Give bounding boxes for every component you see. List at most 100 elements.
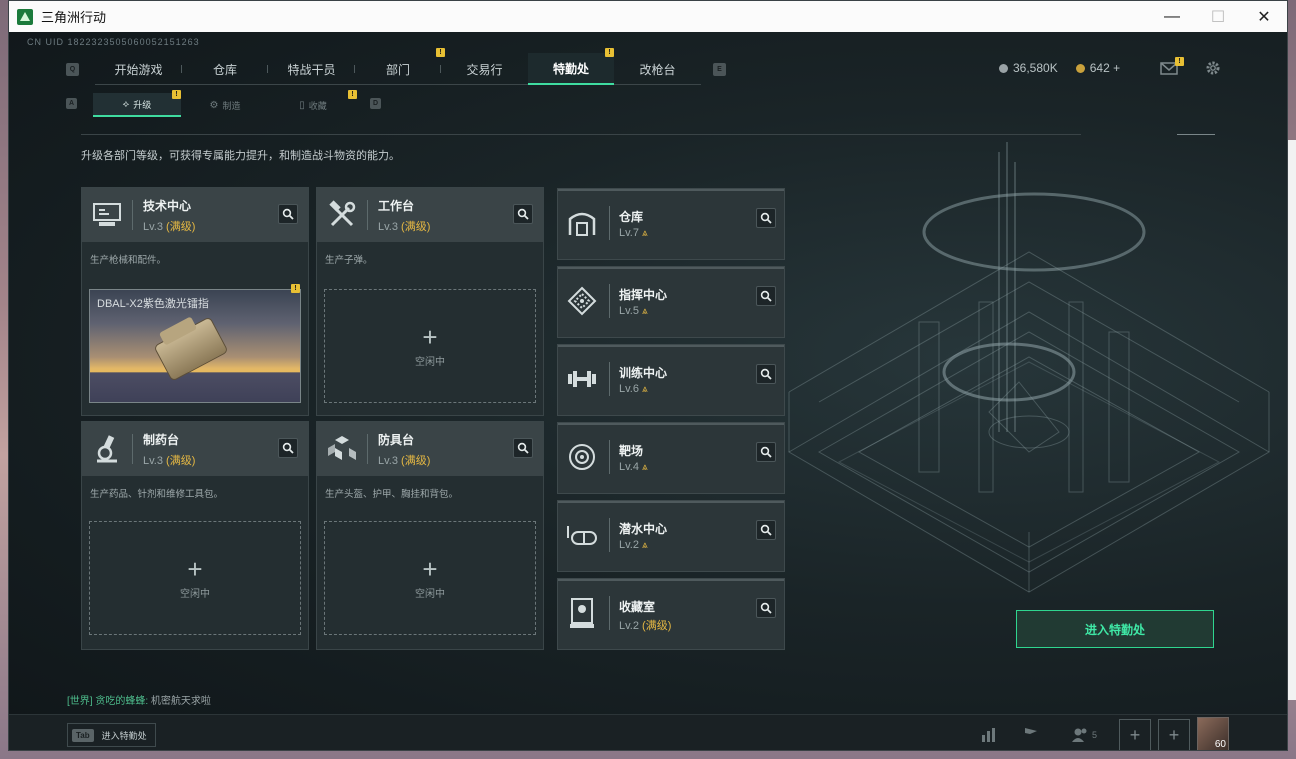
facility-description: 生产子弹。 xyxy=(325,255,373,266)
facility-card-pharmacy[interactable]: 制药台 Lv.3 (满级) 生产药品、针剂和维修工具包。 + 空闲中 xyxy=(81,421,309,650)
facility-row-training-center[interactable]: 训练中心 Lv.6 ⩓ xyxy=(557,344,785,416)
inspect-button[interactable] xyxy=(756,442,776,462)
header-divider xyxy=(367,200,368,230)
friends-button[interactable]: 5 xyxy=(1064,721,1104,749)
search-icon xyxy=(282,208,294,220)
facility-level: Lv.2 (满级) xyxy=(619,617,671,633)
facility-card-armor-bench[interactable]: 防具台 Lv.3 (满级) 生产头盔、护甲、胸挂和背包。 + 空闲中 xyxy=(316,421,544,650)
window-title: 三角洲行动 xyxy=(41,10,107,25)
row-divider xyxy=(609,440,610,474)
facility-level: Lv.3 (满级) xyxy=(378,218,430,234)
facility-level: Lv.4 ⩓ xyxy=(619,461,648,473)
upgrade-icon: ⟡ xyxy=(122,98,130,110)
facility-level: Lv.7 ⩓ xyxy=(619,227,648,239)
collection-room-icon xyxy=(564,593,600,633)
tab-trading[interactable]: 交易行 xyxy=(441,53,528,85)
tab-label: 改枪台 xyxy=(639,62,676,77)
add-teammate-button[interactable]: + xyxy=(1158,719,1190,750)
diving-mask-icon xyxy=(564,515,600,555)
tab-gunsmith[interactable]: 改枪台 xyxy=(614,53,701,85)
empty-production-slot[interactable]: + 空闲中 xyxy=(89,521,301,635)
hammer-wrench-icon xyxy=(317,188,367,242)
subtab-collection[interactable]: ▯ 收藏! xyxy=(269,90,357,117)
minimize-button[interactable]: — xyxy=(1149,1,1195,32)
row-top-edge xyxy=(558,189,784,191)
search-icon xyxy=(517,208,529,220)
upgrade-available-icon: ⩓ xyxy=(641,306,648,317)
silver-coin-icon xyxy=(999,63,1008,73)
warehouse-icon xyxy=(564,203,600,243)
laser-sight-image xyxy=(154,317,228,381)
settings-gear-icon[interactable] xyxy=(1204,59,1222,77)
tab-start-game[interactable]: 开始游戏 xyxy=(95,53,182,85)
level-value: Lv.3 xyxy=(378,454,398,467)
item-name: DBAL-X2紫色激光镭指 xyxy=(97,298,209,310)
facility-row-diving-center[interactable]: 潜水中心 Lv.2 ⩓ xyxy=(557,500,785,572)
empty-production-slot[interactable]: + 空闲中 xyxy=(324,289,536,403)
max-level-tag: (满级) xyxy=(401,454,431,467)
chat-line[interactable]: [世界] 贪吃的蜂蜂: 机密航天求啦 xyxy=(67,692,211,707)
row-top-edge xyxy=(558,345,784,347)
maximize-button[interactable]: ☐ xyxy=(1195,1,1241,32)
inspect-button[interactable] xyxy=(756,364,776,384)
search-icon xyxy=(760,446,772,458)
level-value: Lv.6 xyxy=(619,383,639,395)
subtab-craft[interactable]: ⚙ 制造 xyxy=(181,93,269,117)
upgrade-available-icon: ⩓ xyxy=(641,462,648,473)
facility-name: 制药台 xyxy=(143,432,180,447)
facility-name: 防具台 xyxy=(378,432,415,447)
inspect-button[interactable] xyxy=(278,438,298,458)
row-top-edge xyxy=(558,579,784,581)
inspect-button[interactable] xyxy=(756,598,776,618)
inspect-button[interactable] xyxy=(756,286,776,306)
row-top-edge xyxy=(558,267,784,269)
enter-special-ops-button[interactable]: 进入特勤处 xyxy=(1016,610,1214,648)
collection-icon: ▯ xyxy=(299,99,305,111)
facility-row-shooting-range[interactable]: 靶场 Lv.4 ⩓ xyxy=(557,422,785,494)
search-icon xyxy=(760,212,772,224)
avatar[interactable]: 60 xyxy=(1197,717,1229,750)
stats-chart-icon[interactable] xyxy=(974,721,1004,749)
flag-icon[interactable] xyxy=(1016,721,1046,749)
level-value: Lv.3 xyxy=(143,454,163,467)
search-icon xyxy=(282,442,294,454)
tab-special-ops[interactable]: 特勤处! xyxy=(528,48,614,85)
upgrade-available-icon: ⩓ xyxy=(641,384,648,395)
production-item-slot[interactable]: DBAL-X2紫色激光镭指 xyxy=(89,289,301,403)
facility-row-collection-room[interactable]: 收藏室 Lv.2 (满级) xyxy=(557,578,785,650)
mail-icon[interactable]: ! xyxy=(1160,57,1185,75)
inspect-button[interactable] xyxy=(513,438,533,458)
search-icon xyxy=(760,524,772,536)
tab-operators[interactable]: 特战干员 xyxy=(268,53,355,85)
empty-production-slot[interactable]: + 空闲中 xyxy=(324,521,536,635)
facility-row-warehouse[interactable]: 仓库 Lv.7 ⩓ xyxy=(557,188,785,260)
tab-key: Tab xyxy=(72,728,94,742)
facility-description: 生产枪械和配件。 xyxy=(90,255,167,266)
tab-shortcut-button[interactable]: Tab 进入特勤处 xyxy=(67,723,156,747)
facility-level: Lv.3 (满级) xyxy=(143,452,195,468)
inspect-button[interactable] xyxy=(278,204,298,224)
search-icon xyxy=(760,290,772,302)
chat-channel: [世界] xyxy=(67,696,93,707)
game-window: 三角洲行动 — ☐ ✕ CN UID 182232350506005215126… xyxy=(8,0,1288,751)
tab-warehouse[interactable]: 仓库 xyxy=(182,53,268,85)
notification-badge: ! xyxy=(1175,57,1185,66)
tab-label: 部门 xyxy=(385,62,410,77)
close-button[interactable]: ✕ xyxy=(1241,1,1287,32)
facility-card-workbench[interactable]: 工作台 Lv.3 (满级) 生产子弹。 + 空闲中 xyxy=(316,187,544,416)
inspect-button[interactable] xyxy=(756,520,776,540)
tab-department[interactable]: 部门! xyxy=(355,48,445,85)
notification-badge: ! xyxy=(348,90,357,99)
gold-amount[interactable]: 642 + xyxy=(1090,61,1120,75)
inspect-button[interactable] xyxy=(756,208,776,228)
subtab-upgrade[interactable]: ⟡ 升级! xyxy=(93,90,181,117)
facility-card-tech-center[interactable]: 技术中心 Lv.3 (满级) 生产枪械和配件。 DBAL-X2紫色激光镭指 ! xyxy=(81,187,309,416)
inspect-button[interactable] xyxy=(513,204,533,224)
facility-level: Lv.2 ⩓ xyxy=(619,539,648,551)
gold-coin-icon xyxy=(1075,63,1085,73)
plus-icon: + xyxy=(422,321,438,352)
add-teammate-button[interactable]: + xyxy=(1119,719,1151,750)
tech-center-icon xyxy=(82,188,132,242)
facility-row-command-center[interactable]: 指挥中心 Lv.5 ⩓ xyxy=(557,266,785,338)
card-header: 工作台 Lv.3 (满级) xyxy=(317,188,543,242)
